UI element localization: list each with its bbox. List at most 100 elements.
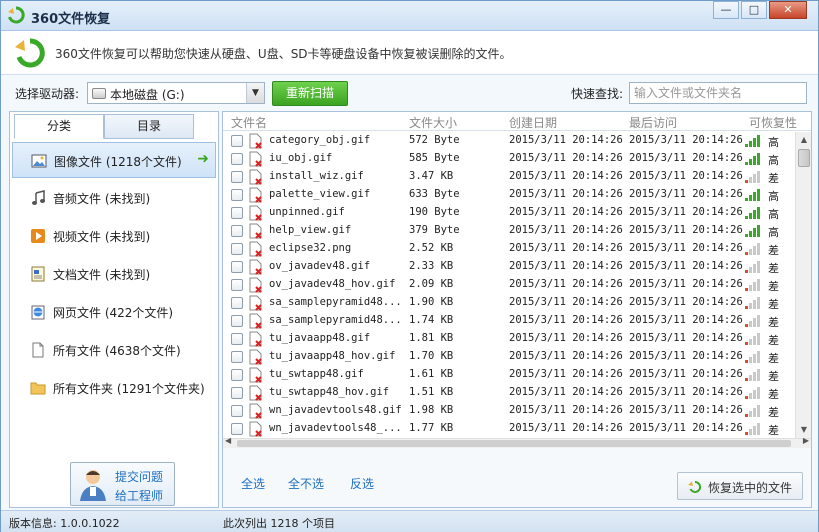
file-table: category_obj.gif 572 Byte 2015/3/11 20:14:… xyxy=(223,132,795,438)
table-row[interactable]: ov_javadev48.gif 2.33 KB 2015/3/11 20:14:2… xyxy=(223,258,795,276)
row-checkbox[interactable] xyxy=(231,171,243,183)
row-checkbox[interactable] xyxy=(231,387,243,399)
table-row[interactable]: iu_obj.gif 585 Byte 2015/3/11 20:14:26 2015… xyxy=(223,150,795,168)
table-row[interactable]: eclipse32.png 2.52 KB 2015/3/11 20:14:26 20… xyxy=(223,240,795,258)
scroll-right-icon[interactable]: ▶ xyxy=(803,436,809,445)
row-checkbox[interactable] xyxy=(231,207,243,219)
category-item-video[interactable]: 视频文件 (未找到) xyxy=(12,218,216,254)
accessed-date: 2015/3/11 20:14:26 xyxy=(629,350,743,362)
table-row[interactable]: tu_swtapp48_hov.gif 1.51 KB 2015/3/11 20:1… xyxy=(223,384,795,402)
row-checkbox[interactable] xyxy=(231,243,243,255)
deleted-file-icon xyxy=(249,151,262,167)
app-window: 360文件恢复 — □ ✕ 360文件恢复可以帮助您快速从硬盘、U盘、SD卡等硬… xyxy=(0,0,819,532)
category-item-documents[interactable]: 文档文件 (未找到) xyxy=(12,256,216,292)
column-header-accessed[interactable]: 最后访问 xyxy=(629,114,677,131)
table-row[interactable]: wn_javadevtools48.gif 1.98 KB 2015/3/11 20… xyxy=(223,402,795,420)
recover-selected-button[interactable]: 恢复选中的文件 xyxy=(677,472,803,500)
recoverability-value: 差 xyxy=(768,172,779,185)
table-row[interactable]: help_view.gif 379 Byte 2015/3/11 20:14:26 2… xyxy=(223,222,795,240)
recoverability-value: 差 xyxy=(768,244,779,257)
select-all-link[interactable]: 全选 xyxy=(241,475,265,492)
row-checkbox[interactable] xyxy=(231,405,243,417)
row-checkbox[interactable] xyxy=(231,351,243,363)
category-label: 所有文件 (4638个文件) xyxy=(53,344,181,358)
row-checkbox[interactable] xyxy=(231,333,243,345)
search-input[interactable] xyxy=(629,82,807,104)
signal-icon xyxy=(745,153,760,165)
rescan-button[interactable]: 重新扫描 xyxy=(272,81,348,106)
table-row[interactable]: unpinned.gif 190 Byte 2015/3/11 20:14:26 20… xyxy=(223,204,795,222)
tab-category[interactable]: 分类 xyxy=(14,114,104,139)
table-row[interactable]: install_wiz.gif 3.47 KB 2015/3/11 20:14:26… xyxy=(223,168,795,186)
accessed-date: 2015/3/11 20:14:26 xyxy=(629,188,743,200)
category-item-web[interactable]: 网页文件 (422个文件) xyxy=(12,294,216,330)
category-label: 文档文件 (未找到) xyxy=(53,268,151,282)
accessed-date: 2015/3/11 20:14:26 xyxy=(629,332,743,344)
row-checkbox[interactable] xyxy=(231,369,243,381)
drive-select[interactable]: 本地磁盘 (G:) ▼ xyxy=(87,82,265,104)
row-checkbox[interactable] xyxy=(231,135,243,147)
window-title: 360文件恢复 xyxy=(31,12,111,27)
recoverability-value: 差 xyxy=(768,370,779,383)
row-checkbox[interactable] xyxy=(231,315,243,327)
table-row[interactable]: wn_javadevtools48_... 1.77 KB 2015/3/11 20… xyxy=(223,420,795,438)
table-row[interactable]: tu_javaapp48.gif 1.81 KB 2015/3/11 20:14:2… xyxy=(223,330,795,348)
row-checkbox[interactable] xyxy=(231,279,243,291)
file-size: 633 Byte xyxy=(409,188,460,200)
created-date: 2015/3/11 20:14:26 xyxy=(509,170,623,182)
row-checkbox[interactable] xyxy=(231,225,243,237)
category-item-audio[interactable]: 音频文件 (未找到) xyxy=(12,180,216,216)
scrollbar-thumb[interactable] xyxy=(798,149,810,167)
table-row[interactable]: tu_javaapp48_hov.gif 1.70 KB 2015/3/11 20:… xyxy=(223,348,795,366)
scroll-up-icon[interactable]: ▲ xyxy=(796,132,812,148)
file-size: 2.09 KB xyxy=(409,278,454,290)
column-header-size[interactable]: 文件大小 xyxy=(409,114,457,131)
table-row[interactable]: palette_view.gif 633 Byte 2015/3/11 20:14:… xyxy=(223,186,795,204)
table-row[interactable]: sa_samplepyramid48... 1.74 KB 2015/3/11 20… xyxy=(223,312,795,330)
deleted-file-icon xyxy=(249,313,262,329)
arrow-right-icon: ➜ xyxy=(197,151,209,167)
close-button[interactable]: ✕ xyxy=(769,1,807,19)
column-header-name[interactable]: 文件名 xyxy=(231,114,267,131)
title-bar[interactable]: 360文件恢复 — □ ✕ xyxy=(1,1,818,31)
submit-issue-button[interactable]: 提交问题 给工程师 xyxy=(70,462,175,506)
row-checkbox[interactable] xyxy=(231,423,243,435)
file-name: sa_samplepyramid48... xyxy=(269,296,402,308)
file-list-panel: 文件名 文件大小 创建日期 最后访问 可恢复性 category_obj.gif… xyxy=(222,111,812,508)
deleted-file-icon xyxy=(249,349,262,365)
deleted-file-icon xyxy=(249,169,262,185)
scroll-left-icon[interactable]: ◀ xyxy=(225,436,231,445)
row-checkbox[interactable] xyxy=(231,261,243,273)
table-row[interactable]: sa_samplepyramid48... 1.90 KB 2015/3/11 20… xyxy=(223,294,795,312)
signal-icon xyxy=(745,189,760,201)
created-date: 2015/3/11 20:14:26 xyxy=(509,386,623,398)
row-checkbox[interactable] xyxy=(231,189,243,201)
minimize-button[interactable]: — xyxy=(713,1,739,19)
file-name: iu_obj.gif xyxy=(269,152,333,164)
column-header-created[interactable]: 创建日期 xyxy=(509,114,557,131)
vertical-scrollbar[interactable]: ▲ ▼ xyxy=(795,132,811,438)
table-row[interactable]: ov_javadev48_hov.gif 2.09 KB 2015/3/11 20:… xyxy=(223,276,795,294)
table-row[interactable]: tu_swtapp48.gif 1.61 KB 2015/3/11 20:14:26… xyxy=(223,366,795,384)
category-item-images[interactable]: 图像文件 (1218个文件) ➜ xyxy=(12,142,216,178)
file-name: install_wiz.gif xyxy=(269,170,364,182)
maximize-button[interactable]: □ xyxy=(741,1,767,19)
select-none-link[interactable]: 全不选 xyxy=(288,475,324,492)
row-checkbox[interactable] xyxy=(231,153,243,165)
chevron-down-icon[interactable]: ▼ xyxy=(246,83,264,103)
hscrollbar-thumb[interactable] xyxy=(237,440,791,447)
deleted-file-icon xyxy=(249,421,262,437)
signal-icon xyxy=(745,315,760,327)
helper-line2: 给工程师 xyxy=(115,489,164,503)
tab-directory[interactable]: 目录 xyxy=(104,114,194,139)
category-item-all-folders[interactable]: 所有文件夹 (1291个文件夹) xyxy=(12,370,216,406)
horizontal-scrollbar[interactable]: ◀ ▶ xyxy=(223,436,811,448)
recoverability-value: 高 xyxy=(768,208,779,221)
row-checkbox[interactable] xyxy=(231,297,243,309)
invert-selection-link[interactable]: 反选 xyxy=(350,475,374,492)
table-row[interactable]: category_obj.gif 572 Byte 2015/3/11 20:14:… xyxy=(223,132,795,150)
deleted-file-icon xyxy=(249,241,262,257)
accessed-date: 2015/3/11 20:14:26 xyxy=(629,152,743,164)
column-header-recoverability[interactable]: 可恢复性 xyxy=(749,114,797,131)
category-item-all-files[interactable]: 所有文件 (4638个文件) xyxy=(12,332,216,368)
